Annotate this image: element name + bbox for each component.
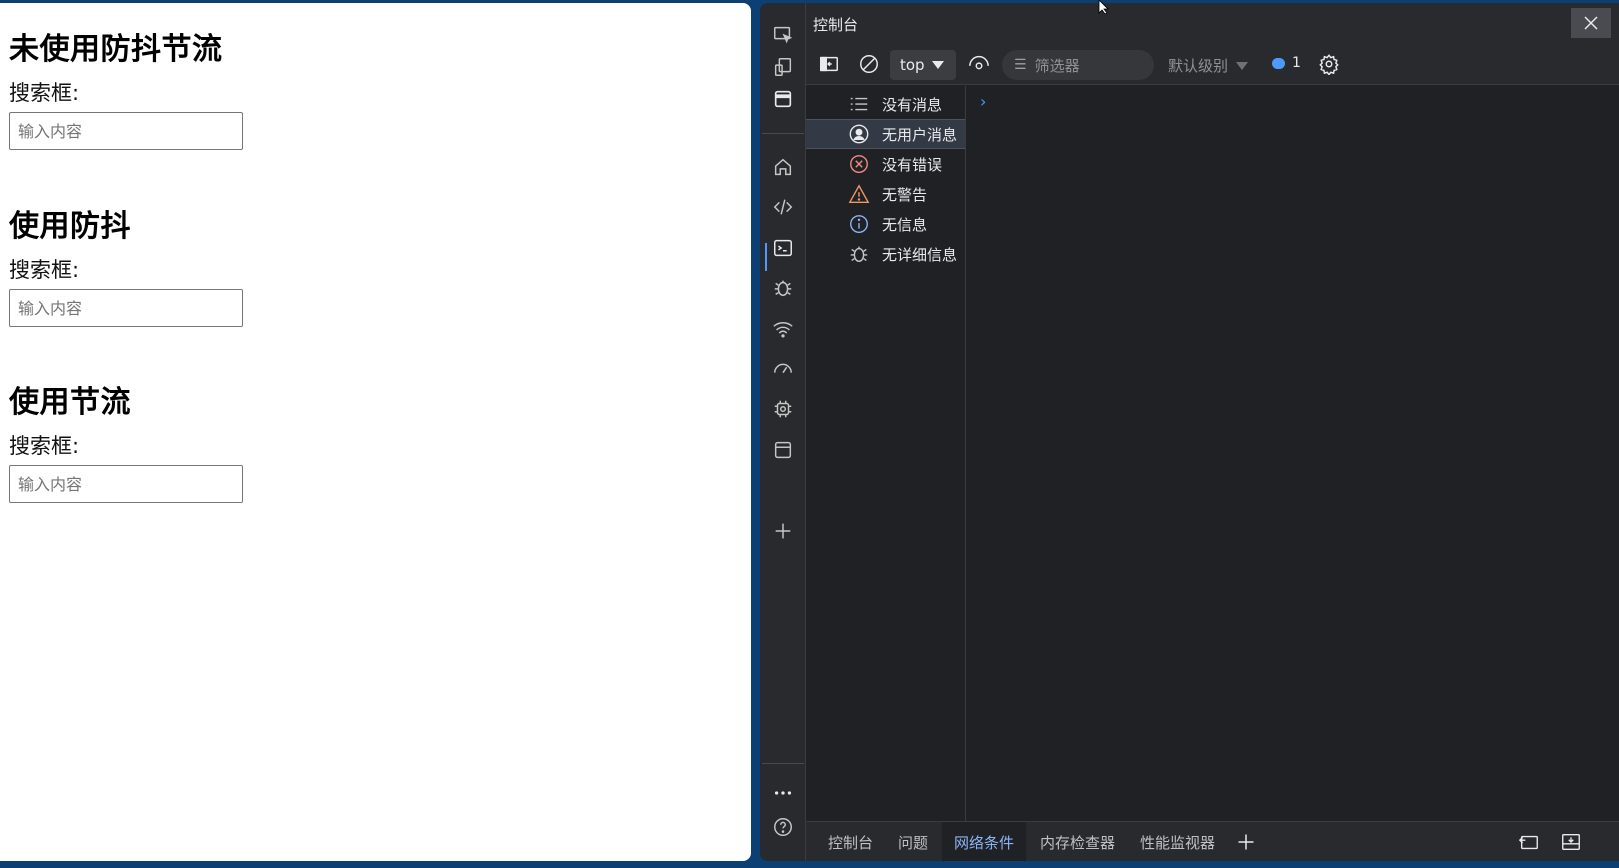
performance-gauge-icon[interactable] (769, 355, 797, 383)
console-output[interactable]: › (966, 86, 1619, 821)
live-expression-eye-icon[interactable] (966, 51, 992, 77)
message-bubble-icon (1272, 57, 1285, 69)
tab-memory-inspector[interactable]: 内存检查器 (1040, 822, 1115, 861)
sidebar-item-warnings[interactable]: 无警告 (806, 179, 965, 209)
chevron-down-icon (1236, 61, 1249, 70)
mouse-cursor-icon (1098, 0, 1109, 14)
application-window-icon[interactable] (769, 436, 797, 464)
info-icon (848, 213, 870, 235)
sidebar-item-label: 无详细信息 (882, 245, 958, 264)
add-tab-plus-icon[interactable] (1236, 822, 1256, 861)
list-icon (848, 93, 870, 115)
section-title: 使用节流 (9, 385, 131, 420)
section-title: 使用防抖 (9, 209, 131, 244)
add-tool-plus-icon[interactable] (769, 517, 797, 545)
user-icon (848, 123, 870, 145)
log-level-label: 默认级别 (1168, 57, 1229, 75)
error-icon (848, 153, 870, 175)
search-input-throttle[interactable] (9, 465, 243, 503)
sidebar-item-info[interactable]: 无信息 (806, 209, 965, 239)
debugger-bug-icon[interactable] (769, 274, 797, 302)
section-title: 未使用防抖节流 (9, 32, 223, 67)
tab-console[interactable]: 控制台 (828, 822, 873, 861)
search-label: 搜索框: (9, 258, 80, 282)
devtools-panel: 控制台 top ☰ 筛选器 默认级别 1 没有消息 无用户消息 没有错误 无警告… (760, 3, 1619, 861)
clear-console-icon[interactable] (856, 51, 882, 77)
close-button[interactable] (1571, 8, 1611, 38)
divider (762, 133, 804, 134)
network-wifi-icon[interactable] (769, 315, 797, 343)
filter-placeholder: 筛选器 (1034, 56, 1080, 75)
search-input-debounce[interactable] (9, 289, 243, 327)
search-label: 搜索框: (9, 434, 80, 458)
activity-bar (760, 3, 806, 861)
message-count: 1 (1292, 55, 1301, 71)
toggle-sidebar-icon[interactable] (816, 51, 842, 77)
memory-chip-icon[interactable] (769, 395, 797, 423)
prompt-chevron-icon: › (980, 92, 987, 111)
sidebar-item-user-messages[interactable]: 无用户消息 (806, 119, 965, 149)
context-value: top (900, 56, 925, 74)
drawer-tabbar: 控制台 问题 网络条件 内存检查器 性能监视器 (806, 821, 1619, 861)
tab-issues[interactable]: 问题 (898, 822, 928, 861)
devtools-titlebar: 控制台 (806, 3, 1619, 43)
web-page: 未使用防抖节流 搜索框: 使用防抖 搜索框: 使用节流 搜索框: (0, 3, 751, 861)
divider (762, 763, 804, 764)
settings-gear-icon[interactable] (1316, 51, 1342, 77)
sidebar-item-label: 没有错误 (882, 155, 943, 174)
section-debounce: 使用防抖 搜索框: (9, 207, 243, 327)
section-no-debounce-throttle: 未使用防抖节流 搜索框: (9, 30, 243, 150)
tab-network-conditions[interactable]: 网络条件 (942, 822, 1027, 861)
message-count-badge[interactable]: 1 (1272, 55, 1301, 71)
help-question-icon[interactable] (769, 813, 797, 841)
tab-performance-monitor[interactable]: 性能监视器 (1140, 822, 1215, 861)
panel-title: 控制台 (813, 16, 859, 34)
warning-icon (848, 183, 870, 205)
search-input-plain[interactable] (9, 112, 243, 150)
search-label: 搜索框: (9, 81, 80, 105)
active-indicator (765, 243, 767, 271)
sidebar-item-label: 没有消息 (882, 95, 943, 114)
more-tools-ellipsis-icon[interactable] (769, 779, 797, 807)
console-toolbar: top ☰ 筛选器 默认级别 1 (806, 43, 1619, 85)
bug-icon (848, 243, 870, 265)
context-selector[interactable]: top (890, 50, 956, 80)
sidebar-item-label: 无信息 (882, 215, 928, 234)
sidebar-item-messages[interactable]: 没有消息 (806, 89, 965, 119)
console-sidebar: 没有消息 无用户消息 没有错误 无警告 无信息 无详细信息 (806, 86, 966, 821)
sidebar-item-verbose[interactable]: 无详细信息 (806, 239, 965, 269)
log-level-dropdown[interactable]: 默认级别 (1168, 55, 1249, 76)
section-throttle: 使用节流 搜索框: (9, 383, 243, 503)
device-emulation-icon[interactable] (769, 53, 797, 81)
dock-side-icon[interactable] (1518, 822, 1540, 861)
sidebar-item-errors[interactable]: 没有错误 (806, 149, 965, 179)
inspect-element-icon[interactable] (769, 21, 797, 49)
home-icon[interactable] (769, 153, 797, 181)
elements-code-icon[interactable] (769, 193, 797, 221)
close-icon (1584, 16, 1598, 30)
chevron-down-icon (931, 61, 944, 69)
console-icon[interactable] (769, 234, 797, 262)
window-icon[interactable] (769, 85, 797, 113)
filter-icon: ☰ (1014, 57, 1027, 73)
dock-bottom-icon[interactable] (1560, 822, 1582, 861)
sidebar-item-label: 无用户消息 (882, 125, 958, 144)
filter-input[interactable]: ☰ 筛选器 (1002, 50, 1154, 80)
sidebar-item-label: 无警告 (882, 185, 928, 204)
